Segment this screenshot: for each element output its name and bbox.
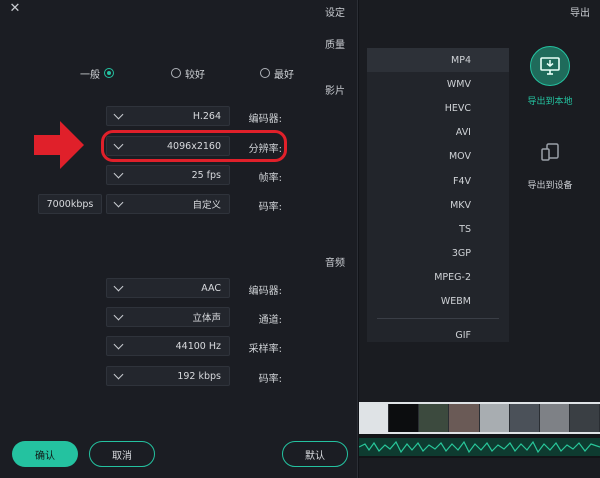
video-bitrate-input[interactable]: 7000kbps bbox=[38, 194, 102, 214]
audio-bitrate-value: 192 kbps bbox=[177, 370, 221, 382]
quality-option-label: 较好 bbox=[185, 69, 205, 81]
chevron-down-icon bbox=[113, 310, 124, 320]
format-item-hevc[interactable]: HEVC bbox=[367, 96, 509, 120]
channel-select[interactable]: 立体声 bbox=[106, 307, 230, 327]
thumbnail bbox=[449, 404, 480, 432]
audio-encoder-label: 编码器: bbox=[248, 286, 282, 297]
cancel-button[interactable]: 取消 bbox=[89, 441, 155, 467]
devices-icon bbox=[530, 132, 570, 172]
quality-option-label: 最好 bbox=[274, 69, 294, 81]
export-panel: 导出 MP4 WMV HEVC AVI MOV F4V MKV TS 3GP M… bbox=[359, 0, 600, 478]
audio-bitrate-select[interactable]: 192 kbps bbox=[106, 366, 230, 386]
thumbnail bbox=[569, 404, 600, 432]
samplerate-label: 采样率: bbox=[248, 344, 282, 355]
channel-value: 立体声 bbox=[192, 313, 221, 324]
samplerate-value: 44100 Hz bbox=[175, 340, 221, 352]
export-local-target[interactable] bbox=[530, 46, 570, 86]
export-local-label: 导出到本地 bbox=[527, 97, 573, 107]
video-track-thumbnails bbox=[359, 402, 600, 434]
radio-icon bbox=[260, 68, 270, 78]
red-arrow-icon bbox=[34, 121, 84, 169]
quality-option-best[interactable]: 最好 bbox=[260, 66, 294, 81]
quality-option-label: 一般 bbox=[80, 69, 100, 81]
thumbnail bbox=[389, 404, 420, 432]
video-encoder-value: H.264 bbox=[192, 110, 221, 122]
format-divider bbox=[377, 318, 499, 320]
format-item-mp4[interactable]: MP4 bbox=[367, 48, 509, 73]
format-list: MP4 WMV HEVC AVI MOV F4V MKV TS 3GP MPEG… bbox=[367, 48, 509, 342]
audio-encoder-value: AAC bbox=[201, 282, 221, 294]
thumbnail bbox=[419, 404, 450, 432]
timeline-preview bbox=[359, 402, 600, 458]
audio-label: 音频 bbox=[325, 258, 345, 269]
video-label: 影片 bbox=[325, 86, 345, 97]
monitor-download-icon bbox=[530, 46, 570, 86]
framerate-value: 25 fps bbox=[191, 169, 221, 181]
video-bitrate-label: 码率: bbox=[258, 202, 282, 213]
chevron-down-icon bbox=[113, 369, 124, 379]
format-item-avi[interactable]: AVI bbox=[367, 121, 509, 145]
format-item-gif[interactable]: GIF bbox=[367, 323, 509, 347]
settings-panel: ✕ 设定 质量 最好 较好 一般 影片 H.264 编码器: 4096x2160… bbox=[0, 0, 358, 478]
format-item-webm[interactable]: WEBM bbox=[367, 290, 509, 314]
chevron-down-icon bbox=[113, 197, 124, 207]
thumbnail bbox=[479, 404, 510, 432]
video-bitrate-select[interactable]: 自定义 bbox=[106, 194, 230, 214]
chevron-down-icon bbox=[113, 168, 124, 178]
quality-label: 质量 bbox=[325, 40, 345, 51]
samplerate-select[interactable]: 44100 Hz bbox=[106, 336, 230, 356]
format-item-ts[interactable]: TS bbox=[367, 217, 509, 241]
format-item-mpeg2[interactable]: MPEG-2 bbox=[367, 266, 509, 290]
thumbnail bbox=[359, 404, 390, 432]
framerate-label: 帧率: bbox=[258, 173, 282, 184]
confirm-button[interactable]: 确认 bbox=[12, 441, 78, 467]
audio-encoder-select[interactable]: AAC bbox=[106, 278, 230, 298]
quality-option-good[interactable]: 较好 bbox=[171, 66, 205, 81]
channel-label: 通道: bbox=[258, 315, 282, 326]
export-device-target[interactable] bbox=[530, 132, 570, 172]
format-item-f4v[interactable]: F4V bbox=[367, 169, 509, 193]
thumbnail bbox=[539, 404, 570, 432]
format-item-mov[interactable]: MOV bbox=[367, 145, 509, 169]
chevron-down-icon bbox=[113, 109, 124, 119]
default-button[interactable]: 默认 bbox=[282, 441, 348, 467]
resolution-highlight-ring bbox=[101, 130, 287, 162]
close-icon[interactable]: ✕ bbox=[8, 2, 22, 16]
chevron-down-icon bbox=[113, 339, 124, 349]
settings-title: 设定 bbox=[325, 8, 345, 19]
format-item-wmv[interactable]: WMV bbox=[367, 72, 509, 96]
radio-icon bbox=[171, 68, 181, 78]
quality-option-normal[interactable]: 一般 bbox=[80, 66, 114, 81]
export-title: 导出 bbox=[570, 8, 590, 19]
audio-bitrate-label: 码率: bbox=[258, 374, 282, 385]
thumbnail bbox=[509, 404, 540, 432]
format-item-3gp[interactable]: 3GP bbox=[367, 242, 509, 266]
format-item-mkv[interactable]: MKV bbox=[367, 193, 509, 217]
radio-selected-icon bbox=[104, 68, 114, 78]
framerate-select[interactable]: 25 fps bbox=[106, 165, 230, 185]
video-encoder-label: 编码器: bbox=[248, 114, 282, 125]
video-encoder-select[interactable]: H.264 bbox=[106, 106, 230, 126]
video-bitrate-value: 自定义 bbox=[192, 200, 221, 211]
audio-waveform bbox=[359, 438, 600, 456]
export-device-label: 导出到设备 bbox=[527, 181, 573, 191]
chevron-down-icon bbox=[113, 281, 124, 291]
